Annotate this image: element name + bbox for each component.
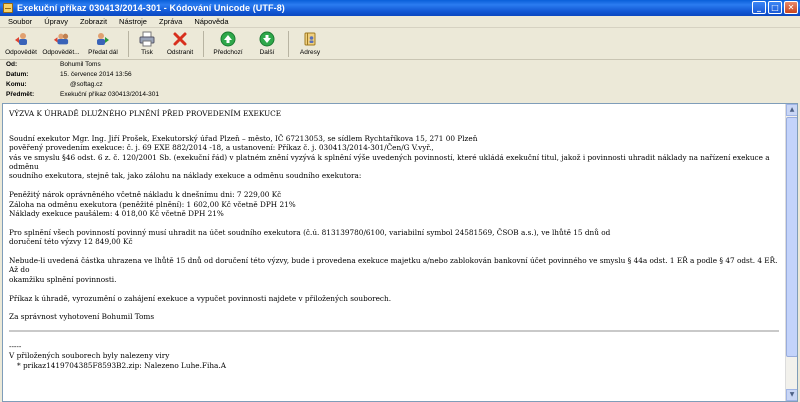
delete-icon [172, 31, 188, 47]
scroll-down-button[interactable]: ▼ [786, 389, 797, 401]
printer-icon [139, 31, 155, 47]
addresses-button[interactable]: Adresy [295, 29, 325, 56]
menu-view[interactable]: Zobrazit [80, 17, 107, 26]
body-line: Soudní exekutor Mgr. Ing. Jiří Prošek, E… [9, 133, 478, 143]
close-button[interactable]: ✕ [784, 1, 798, 14]
scroll-thumb[interactable] [786, 117, 797, 357]
menu-help[interactable]: Nápověda [194, 17, 228, 26]
toolbar-separator [128, 31, 129, 57]
toolbar-separator [203, 31, 204, 57]
window-title: Exekuční příkaz 030413/2014-301 - Kódová… [17, 3, 285, 13]
message-headers: Od: Bohumil Toms Datum: 15. července 201… [0, 60, 800, 102]
divider [9, 329, 779, 332]
body-line: Pro splnění všech povinností povinný mus… [9, 227, 611, 237]
body-line: soudního exekutora, stejně tak, jako zál… [9, 171, 362, 181]
signature-line: Za správnost vyhotovení Bohumil Toms [9, 312, 155, 322]
address-book-icon [302, 31, 318, 47]
toolbar-separator [288, 31, 289, 57]
arrow-up-icon [220, 31, 236, 47]
arrow-down-icon [259, 31, 275, 47]
forward-button[interactable]: Předat dál [84, 29, 122, 56]
toolbar: Odpovědět Odpovědět... Předat dál Tisk O… [0, 29, 800, 60]
reply-all-label: Odpovědět... [42, 49, 80, 56]
menu-file[interactable]: Soubor [8, 17, 32, 26]
previous-button[interactable]: Předchozí [210, 29, 246, 56]
envelope-icon [3, 3, 13, 13]
menu-edit[interactable]: Úpravy [44, 17, 68, 26]
date-label: Datum: [6, 71, 29, 78]
to-row: Komu: @softag.cz [6, 81, 103, 88]
from-row: Od: Bohumil Toms [6, 61, 101, 68]
date-value: 15. července 2014 13:56 [60, 71, 132, 78]
to-label: Komu: [6, 81, 27, 88]
date-row: Datum: 15. července 2014 13:56 [6, 71, 132, 78]
forward-icon [95, 31, 111, 47]
previous-label: Předchozí [213, 49, 243, 56]
scroll-up-button[interactable]: ▲ [786, 104, 797, 116]
body-line: Příkaz k úhradě, vyrozumění o zahájení e… [9, 293, 392, 303]
print-label: Tisk [141, 49, 153, 56]
from-value[interactable]: Bohumil Toms [60, 61, 101, 68]
amount-line: Peněžitý nárok oprávněného včetně náklad… [9, 190, 282, 200]
body-line: Nebude-li uvedená částka uhrazena ve lhů… [9, 256, 778, 275]
minimize-button[interactable]: _ [752, 1, 766, 14]
message-text: VÝZVA K ÚHRADĚ DLUŽNÉHO PLNĚNÍ PŘED PROV… [9, 109, 779, 370]
next-label: Další [259, 49, 275, 56]
next-button[interactable]: Další [252, 29, 282, 56]
dashes-line: ----- [9, 341, 22, 351]
reply-label: Odpovědět [5, 49, 37, 56]
menu-message[interactable]: Zpráva [159, 17, 182, 26]
subject-row: Předmět: Exekuční příkaz 030413/2014-301 [6, 91, 159, 98]
maximize-button[interactable]: □ [768, 1, 782, 14]
amount-line: Náklady exekuce paušálem: 4 018,00 Kč vč… [9, 209, 224, 219]
reply-all-icon [53, 31, 69, 47]
menu-tools[interactable]: Nástroje [119, 17, 147, 26]
menu-bar: Soubor Úpravy Zobrazit Nástroje Zpráva N… [0, 16, 800, 28]
body-heading: VÝZVA K ÚHRADĚ DLUŽNÉHO PLNĚNÍ PŘED PROV… [9, 109, 282, 118]
reply-all-button[interactable]: Odpovědět... [40, 29, 82, 56]
vertical-scrollbar[interactable]: ▲ ▼ [785, 104, 797, 401]
title-bar: Exekuční příkaz 030413/2014-301 - Kódová… [0, 0, 800, 16]
reply-icon [13, 31, 29, 47]
from-label: Od: [6, 61, 18, 68]
forward-label: Předat dál [88, 49, 118, 56]
delete-button[interactable]: Odstranit [163, 29, 197, 56]
reply-button[interactable]: Odpovědět [4, 29, 38, 56]
body-line: okamžiku splnění povinnosti. [9, 274, 117, 284]
to-value[interactable]: @softag.cz [60, 81, 103, 88]
window-controls: _ □ ✕ [752, 1, 798, 14]
body-line: doručení této výzvy 12 849,00 Kč [9, 237, 133, 247]
delete-label: Odstranit [166, 49, 194, 56]
amount-line: Záloha na odměnu exekutora (peněžité pln… [9, 199, 296, 209]
addresses-label: Adresy [299, 49, 321, 56]
subject-value: Exekuční příkaz 030413/2014-301 [60, 91, 160, 98]
print-button[interactable]: Tisk [135, 29, 159, 56]
body-line: pověřený provedením exekuce: č. j. 69 EX… [9, 143, 434, 153]
virus-item: * prikaz1419704385F8593B2.zip: Nalezeno … [17, 360, 226, 370]
body-line: vás ve smyslu §46 odst. 6 z. č. 120/2001… [9, 152, 770, 172]
message-body[interactable]: VÝZVA K ÚHRADĚ DLUŽNÉHO PLNĚNÍ PŘED PROV… [2, 103, 798, 402]
virus-note: V přiložených souborech byly nalezeny vi… [9, 351, 170, 361]
subject-label: Předmět: [6, 91, 35, 98]
